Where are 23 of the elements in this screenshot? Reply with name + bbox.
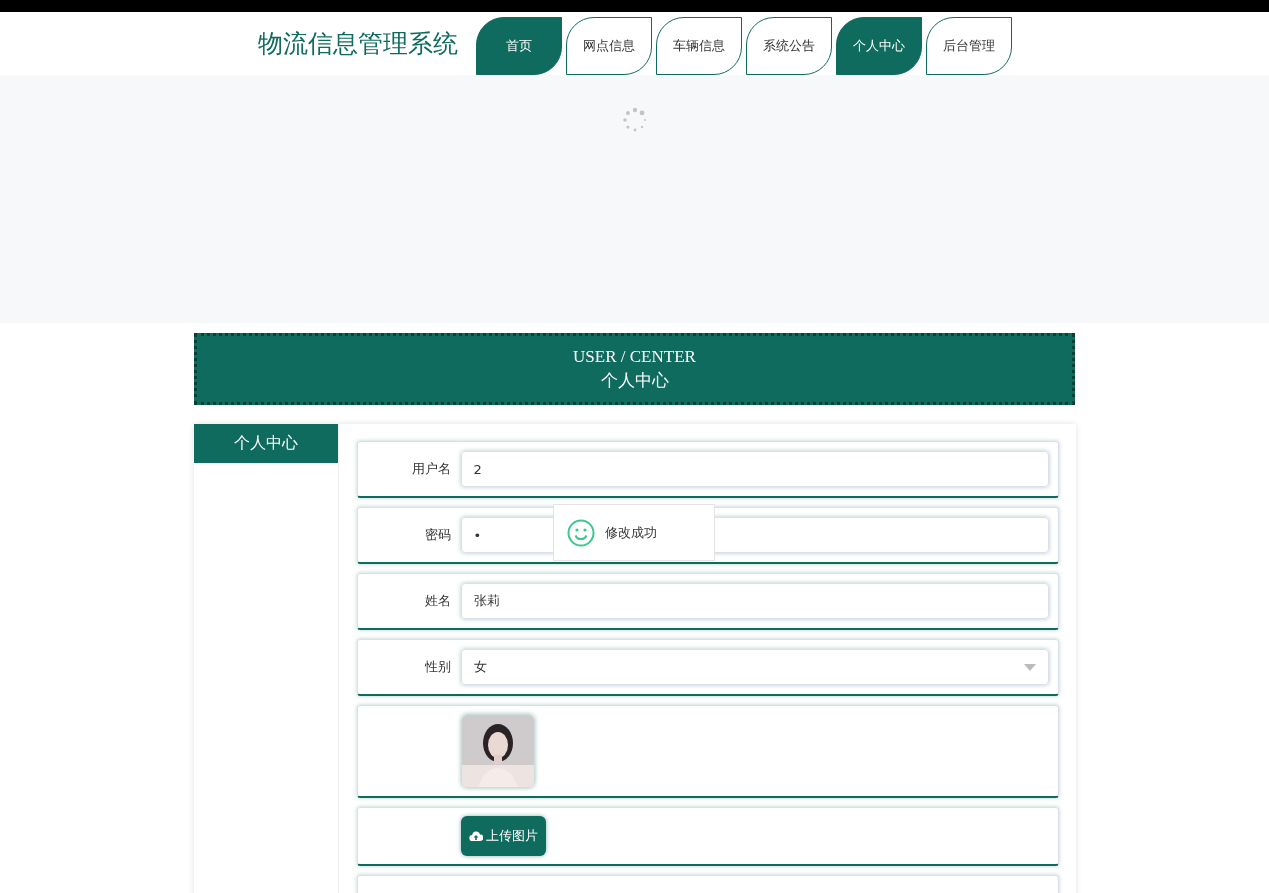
- nav-tab[interactable]: 后台管理: [925, 17, 1012, 75]
- nav-tab[interactable]: 首页: [475, 17, 562, 75]
- field-label: 性别: [423, 658, 451, 676]
- field-label: 姓名: [423, 592, 451, 610]
- select-field[interactable]: 女: [460, 649, 1049, 685]
- field-label: 用户名: [410, 460, 451, 478]
- input-field[interactable]: 张莉: [460, 583, 1049, 619]
- section-title: 个人中心: [600, 369, 669, 392]
- toast-message: 修改成功: [604, 523, 657, 542]
- nav-tab[interactable]: 系统公告: [745, 17, 832, 75]
- field-label: 密码: [423, 526, 451, 544]
- caret-icon: [1023, 663, 1036, 671]
- nav-tab[interactable]: 个人中心: [835, 17, 922, 75]
- nav-tab[interactable]: 网点信息: [565, 17, 652, 75]
- site-title: 物流信息管理系统: [257, 28, 458, 60]
- nav-tab[interactable]: 车辆信息: [655, 17, 742, 75]
- section-title-english: USER / CENTER: [573, 346, 696, 367]
- upload-button[interactable]: 上传图片: [460, 816, 546, 856]
- cloud-upload-icon: [468, 830, 483, 842]
- sidebar-item[interactable]: 个人中心: [193, 424, 338, 463]
- smiley-icon: [566, 518, 595, 547]
- loading-icon: [621, 107, 648, 133]
- input-field[interactable]: 2: [460, 451, 1049, 487]
